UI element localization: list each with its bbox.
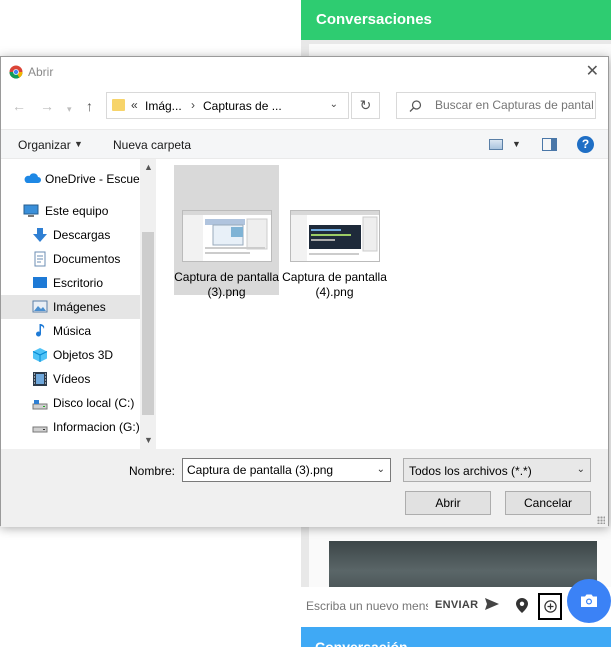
nav-item-label: Escritorio bbox=[53, 276, 104, 290]
desktop-icon bbox=[32, 275, 48, 291]
conversation-footer-title: Conversación bbox=[315, 639, 408, 655]
nav-item-pictures[interactable]: Imágenes bbox=[1, 295, 140, 319]
videos-icon bbox=[32, 371, 48, 387]
up-arrow-icon[interactable]: ↑ bbox=[86, 99, 93, 113]
overflow-chevron-icon[interactable]: « bbox=[131, 98, 138, 112]
location-pin-icon[interactable] bbox=[516, 598, 528, 616]
nav-item-label: Vídeos bbox=[53, 372, 91, 386]
refresh-icon: ↻ bbox=[359, 97, 372, 113]
breadcrumb-current[interactable]: Capturas de ... bbox=[203, 99, 282, 113]
file-item[interactable]: Captura de pantalla (3).png bbox=[174, 165, 279, 299]
filename-label: Nombre: bbox=[129, 464, 176, 478]
drive-icon bbox=[32, 419, 48, 435]
file-thumbnail bbox=[290, 210, 380, 262]
navigation-bar: ← → ▾ ↑ « Imág... › Capturas de ... ⌄ ↻ bbox=[1, 91, 608, 121]
dialog-titlebar[interactable]: Abrir ✕ bbox=[1, 57, 608, 87]
send-button[interactable]: ENVIAR bbox=[435, 599, 478, 611]
nav-item-videos[interactable]: Vídeos bbox=[1, 367, 140, 391]
pictures-icon bbox=[32, 299, 48, 315]
filename-dropdown-icon[interactable]: ⌄ bbox=[377, 464, 385, 475]
chrome-icon bbox=[9, 65, 23, 82]
attach-button[interactable] bbox=[538, 593, 562, 620]
onedrive-icon bbox=[23, 171, 41, 187]
nav-item-desktop[interactable]: Escritorio bbox=[1, 271, 140, 295]
nav-item-documents[interactable]: Documentos bbox=[1, 247, 140, 271]
view-mode-icon[interactable] bbox=[489, 139, 503, 150]
organize-dropdown-icon[interactable]: ▼ bbox=[74, 139, 83, 149]
breadcrumb-separator-icon[interactable]: › bbox=[191, 98, 195, 112]
conversations-title: Conversaciones bbox=[316, 11, 432, 28]
refresh-button[interactable]: ↻ bbox=[351, 92, 380, 119]
forward-arrow-icon[interactable]: → bbox=[40, 99, 54, 113]
search-input[interactable] bbox=[435, 98, 593, 112]
file-item[interactable]: Captura de pantalla (4).png bbox=[282, 165, 387, 299]
file-thumbnail bbox=[182, 210, 272, 262]
add-circle-icon bbox=[544, 600, 557, 613]
drive-icon bbox=[32, 395, 48, 411]
camera-button[interactable] bbox=[567, 579, 611, 623]
file-name: Captura de pantalla (4).png bbox=[282, 270, 387, 299]
view-dropdown-icon[interactable]: ▼ bbox=[512, 139, 521, 149]
nav-item-label: Documentos bbox=[53, 252, 121, 266]
filename-combobox[interactable]: ⌄ bbox=[182, 458, 391, 482]
open-file-dialog: Abrir ✕ ← → ▾ ↑ « Imág... › Capturas de … bbox=[0, 56, 609, 527]
file-name: Captura de pantalla (3).png bbox=[174, 270, 279, 299]
filetype-value: Todos los archivos (*.*) bbox=[409, 464, 532, 478]
send-icon[interactable] bbox=[484, 597, 500, 614]
nav-item-label: Música bbox=[53, 324, 92, 338]
nav-item-this-pc[interactable]: Este equipo bbox=[1, 199, 140, 223]
address-bar[interactable]: « Imág... › Capturas de ... ⌄ bbox=[106, 92, 349, 119]
close-icon[interactable]: ✕ bbox=[586, 64, 599, 80]
scroll-down-icon[interactable]: ▼ bbox=[144, 435, 153, 445]
search-icon bbox=[409, 100, 422, 112]
dialog-title: Abrir bbox=[28, 65, 54, 79]
chat-image-message[interactable] bbox=[329, 541, 597, 591]
breadcrumb-root[interactable]: Imág... bbox=[145, 99, 182, 113]
nav-item-3d-objects[interactable]: Objetos 3D bbox=[1, 343, 140, 367]
recent-dropdown-icon[interactable]: ▾ bbox=[67, 102, 72, 116]
help-icon[interactable]: ? bbox=[577, 136, 594, 153]
conversations-header: Conversaciones bbox=[301, 0, 611, 40]
download-icon bbox=[32, 227, 48, 243]
nav-item-label: Descargas bbox=[53, 228, 111, 242]
music-icon bbox=[32, 323, 48, 339]
nav-item-label: Disco local (C:) bbox=[53, 396, 135, 410]
file-list: Captura de pantalla (3).png Captura de p… bbox=[158, 159, 608, 449]
documents-icon bbox=[32, 251, 48, 267]
nav-item-downloads[interactable]: Descargas bbox=[1, 223, 140, 247]
conversation-footer: Conversación bbox=[301, 627, 611, 655]
cancel-button[interactable]: Cancelar bbox=[505, 491, 591, 515]
dialog-footer: Nombre: ⌄ Todos los archivos (*.*) ⌄ Abr… bbox=[1, 449, 608, 527]
nav-item-music[interactable]: Música bbox=[1, 319, 140, 343]
command-toolbar: Organizar ▼ Nueva carpeta ▼ ? bbox=[1, 129, 608, 159]
filetype-select[interactable]: Todos los archivos (*.*) ⌄ bbox=[403, 458, 591, 482]
organize-menu[interactable]: Organizar bbox=[18, 138, 71, 152]
nav-item-label: Objetos 3D bbox=[53, 348, 114, 362]
nav-item-informacion-drive[interactable]: Informacion (G:) bbox=[1, 415, 140, 439]
filename-input[interactable] bbox=[187, 463, 367, 477]
new-folder-button[interactable]: Nueva carpeta bbox=[113, 138, 191, 152]
open-button[interactable]: Abrir bbox=[405, 491, 491, 515]
nav-item-label: Informacion (G:) bbox=[53, 420, 140, 434]
nav-item-label: Imágenes bbox=[53, 300, 106, 314]
scroll-up-icon[interactable]: ▲ bbox=[144, 162, 153, 172]
nav-item-onedrive[interactable]: OneDrive - Escuel bbox=[1, 167, 143, 191]
computer-icon bbox=[23, 203, 39, 219]
filetype-dropdown-icon[interactable]: ⌄ bbox=[577, 464, 585, 475]
message-composer: ENVIAR bbox=[301, 579, 611, 627]
message-input[interactable] bbox=[306, 599, 428, 613]
search-box[interactable] bbox=[396, 92, 596, 119]
folder-icon bbox=[112, 99, 125, 111]
nav-scrollbar-thumb[interactable] bbox=[142, 232, 154, 415]
resize-grip-icon[interactable] bbox=[597, 516, 605, 524]
nav-item-label: Este equipo bbox=[45, 204, 109, 218]
back-arrow-icon[interactable]: ← bbox=[12, 99, 26, 113]
camera-icon bbox=[581, 594, 597, 607]
nav-item-local-disk[interactable]: Disco local (C:) bbox=[1, 391, 140, 415]
nav-item-label: OneDrive - Escuel bbox=[45, 172, 143, 186]
3d-objects-icon bbox=[32, 347, 48, 363]
preview-pane-icon[interactable] bbox=[542, 138, 557, 151]
navigation-pane: OneDrive - Escuel Este equipo Descargas … bbox=[1, 159, 156, 449]
address-dropdown-icon[interactable]: ⌄ bbox=[330, 99, 338, 110]
